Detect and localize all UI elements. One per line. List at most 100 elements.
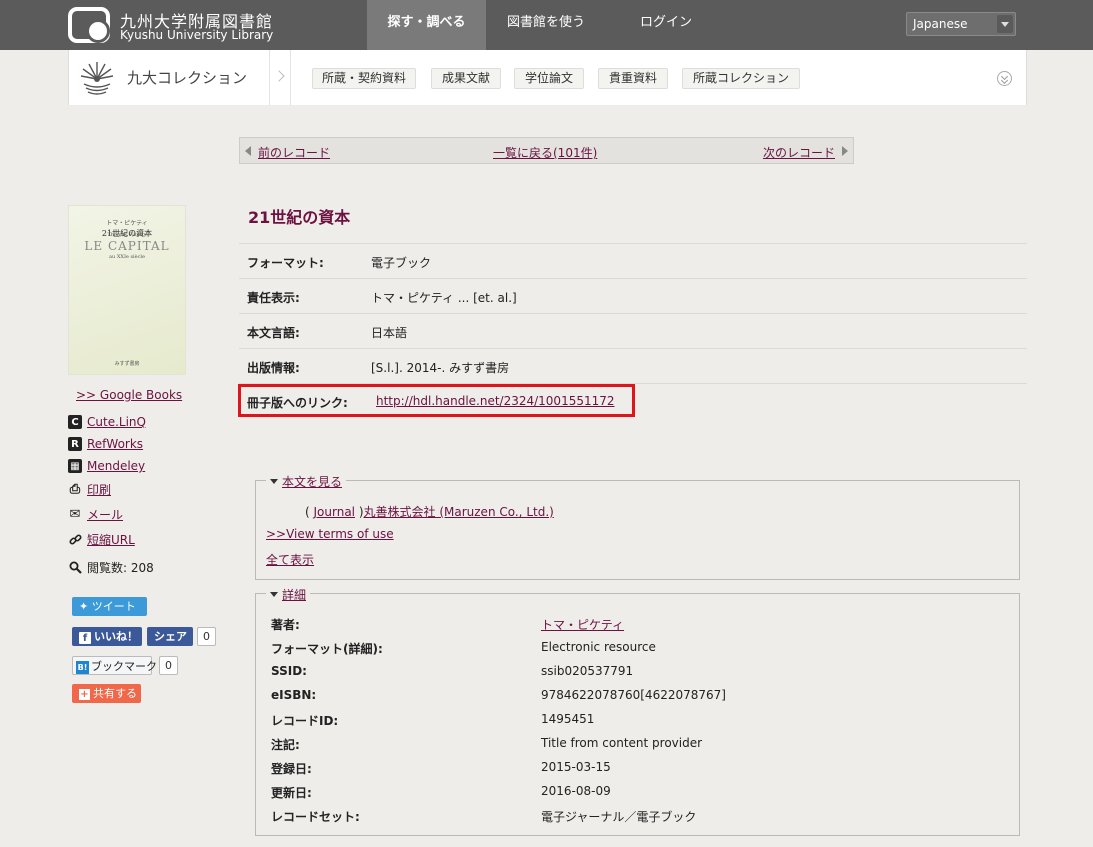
detail-row-updated: 更新日: 2016-08-09 [271, 784, 611, 801]
detail-value: 1495451 [541, 712, 595, 726]
next-record-link[interactable]: 次のレコード [763, 144, 835, 161]
detail-label: 注記: [271, 738, 300, 752]
share-it-label: 共有する [93, 687, 137, 700]
facebook-like-button[interactable]: f いいね！ [72, 627, 142, 646]
fulltext-section: 本文を見る ( Journal )丸善株式会社 (Maruzen Co., Lt… [255, 473, 1020, 580]
field-row-responsibility: 責任表示: トマ・ピケティ ... [et. al.] [239, 278, 1027, 313]
share-count: 0 [197, 627, 216, 646]
printer-icon: ⎙ [69, 481, 81, 497]
prev-record-link[interactable]: 前のレコード [258, 144, 330, 161]
nav-search[interactable]: 探す・調べる [367, 0, 486, 50]
nav-use-library[interactable]: 図書館を使う [486, 0, 606, 50]
triangle-down-icon [270, 479, 278, 484]
field-row-language: 本文言語: 日本語 [239, 313, 1027, 348]
library-logo[interactable]: 九州大学附属図書館 Kyushu University Library [68, 7, 278, 45]
back-to-list-link[interactable]: 一覧に戻る(101件) [493, 144, 597, 161]
cute-linq-label: Cute.LinQ [87, 415, 146, 429]
tag-rare-materials[interactable]: 貴重資料 [598, 68, 668, 89]
tag-theses[interactable]: 学位論文 [514, 68, 584, 89]
detail-label: SSID: [271, 664, 307, 678]
detail-label: レコードID: [271, 714, 339, 728]
cover-subtitle-fr: au XXIe siècle [109, 254, 145, 260]
bird-icon: ✦ [79, 600, 92, 613]
details-section: 詳細 著者: トマ・ピケティ フォーマット(詳細): Electronic re… [255, 586, 1020, 836]
expand-chevrons-icon[interactable] [997, 71, 1012, 86]
print-label: 印刷 [87, 482, 112, 497]
library-logo-icon [68, 7, 110, 43]
detail-value: ssib020537791 [541, 664, 634, 678]
share-it-button[interactable]: + 共有する [72, 684, 141, 703]
terms-of-use-link[interactable]: >>View terms of use [266, 527, 394, 541]
cover-publisher: みすず書房 [114, 361, 140, 367]
detail-row-registered: 登録日: 2015-03-15 [271, 760, 611, 777]
detail-label: 更新日: [271, 786, 312, 800]
field-label: 責任表示: [247, 291, 300, 305]
fulltext-provider-line: ( Journal )丸善株式会社 (Maruzen Co., Ltd.) [305, 503, 554, 520]
tweet-label: ツイート [91, 600, 136, 613]
record-title: 21世紀の資本 [248, 208, 351, 227]
short-url-link[interactable]: 短縮URL [68, 530, 135, 548]
collection-bar: 九大コレクション 所蔵・契約資料 成果文献 学位論文 貴重資料 所蔵コレクション [68, 50, 1027, 105]
mendeley-link[interactable]: ▦ Mendeley [68, 457, 145, 475]
detail-label: 著者: [271, 618, 300, 632]
like-label: いいね！ [94, 630, 138, 643]
top-header: 九州大学附属図書館 Kyushu University Library 探す・調… [0, 0, 1093, 50]
refworks-icon: R [68, 437, 82, 451]
hatena-bookmark-button[interactable]: B! ブックマーク [72, 656, 157, 675]
print-link[interactable]: ⎙ 印刷 [68, 480, 111, 498]
view-count: 閲覧数: 208 [68, 558, 154, 576]
tag-research-outputs[interactable]: 成果文献 [431, 68, 501, 89]
language-select[interactable]: Japanese [906, 12, 1016, 36]
facebook-share-button[interactable]: シェア [147, 627, 193, 646]
hatena-icon: B! [76, 661, 89, 674]
view-count-text: 閲覧数: 208 [87, 560, 154, 575]
envelope-icon: ✉ [69, 506, 81, 522]
chevron-right-icon [269, 50, 291, 105]
provider-link[interactable]: 丸善株式会社 (Maruzen Co., Ltd.) [364, 505, 554, 519]
logo-english: Kyushu University Library [120, 28, 274, 42]
author-link[interactable]: トマ・ピケティ [541, 616, 624, 633]
refworks-label: RefWorks [87, 437, 144, 451]
detail-label: 登録日: [271, 762, 312, 776]
fulltext-toggle[interactable]: 本文を見る [266, 473, 347, 490]
magnifier-icon [68, 560, 82, 574]
field-value: トマ・ピケティ ... [et. al.] [371, 291, 517, 305]
field-value: 日本語 [371, 326, 408, 340]
chevron-down-icon [997, 15, 1013, 33]
field-value: [S.l.]. 2014-. みすず書房 [371, 361, 510, 375]
tag-collections[interactable]: 所蔵コレクション [682, 68, 800, 89]
detail-value: 9784622078760[4622078767] [541, 688, 726, 702]
detail-row-note: 注記: Title from content provider [271, 736, 702, 753]
triangle-left-icon [245, 146, 251, 156]
field-value: 電子ブック [371, 256, 432, 270]
field-label: 本文言語: [247, 326, 300, 340]
tweet-button[interactable]: ✦ ツイート [72, 597, 147, 616]
tag-holdings[interactable]: 所蔵・契約資料 [312, 68, 416, 89]
collection-logo-icon [80, 62, 114, 95]
highlight-box [238, 384, 635, 417]
details-legend: 詳細 [282, 588, 307, 602]
paren-close: ) [355, 505, 364, 519]
detail-row-ssid: SSID: ssib020537791 [271, 664, 633, 678]
cute-linq-link[interactable]: C Cute.LinQ [68, 413, 146, 431]
facebook-icon: f [79, 632, 91, 644]
short-url-label: 短縮URL [87, 532, 135, 547]
cover-title-fr: LE CAPITAL [84, 239, 170, 253]
mendeley-icon: ▦ [68, 459, 82, 473]
nav-login[interactable]: ログイン [606, 0, 726, 50]
field-row-format: フォーマット: 電子ブック [239, 243, 1027, 278]
detail-label: フォーマット(詳細): [271, 642, 383, 656]
show-all-link[interactable]: 全て表示 [266, 551, 314, 568]
mendeley-label: Mendeley [87, 459, 146, 473]
cover-author-en: Thomas Piketty [107, 232, 147, 238]
details-toggle[interactable]: 詳細 [266, 586, 311, 603]
google-books-link[interactable]: >> Google Books [76, 388, 182, 402]
collection-title[interactable]: 九大コレクション [127, 67, 247, 88]
field-label: フォーマット: [247, 256, 324, 270]
email-link[interactable]: ✉ メール [68, 505, 123, 523]
refworks-link[interactable]: R RefWorks [68, 435, 143, 453]
language-value: Japanese [913, 17, 968, 31]
detail-value: Electronic resource [541, 640, 656, 654]
field-label: 出版情報: [247, 361, 300, 375]
journal-link[interactable]: Journal [314, 505, 356, 519]
